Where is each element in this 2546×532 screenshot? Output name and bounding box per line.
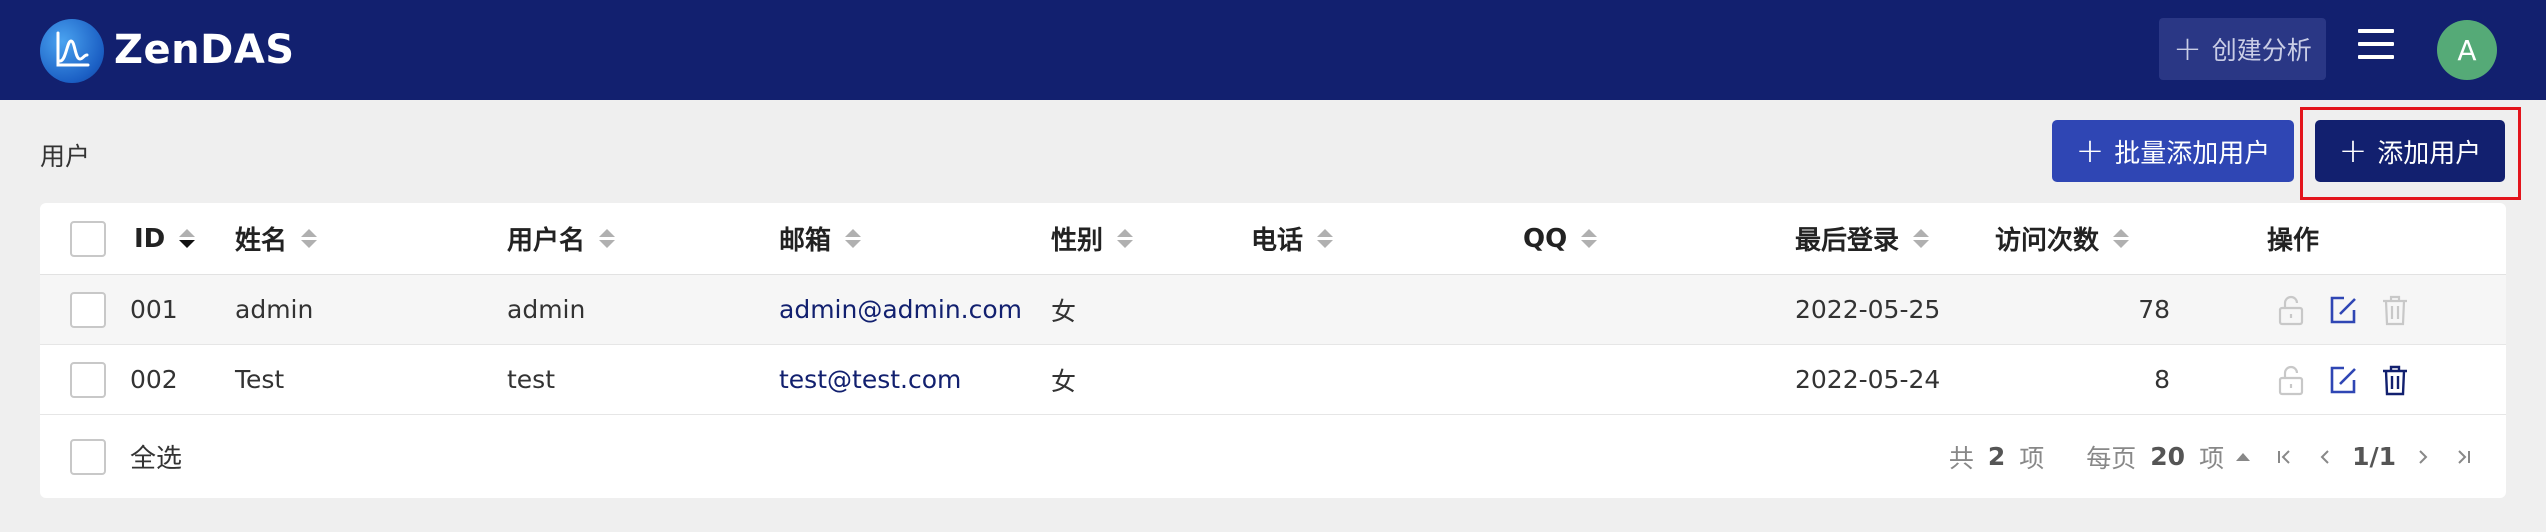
row-actions bbox=[2274, 275, 2412, 344]
column-header-label: 姓名 bbox=[235, 226, 288, 256]
cell-username: test bbox=[507, 365, 556, 394]
lock-icon[interactable] bbox=[2274, 293, 2308, 327]
plus-icon: + bbox=[2173, 29, 2202, 69]
next-page-icon[interactable] bbox=[2410, 444, 2436, 470]
row-checkbox[interactable] bbox=[70, 361, 106, 398]
edit-icon[interactable] bbox=[2326, 293, 2360, 327]
hamburger-menu-icon[interactable] bbox=[2358, 29, 2394, 65]
column-header-username[interactable]: 用户名 bbox=[507, 203, 616, 274]
select-all-label[interactable]: 全选 bbox=[130, 415, 182, 498]
users-table: ID 姓名 用户名 邮箱 性别 电话 QQ 最后登录 访问次数 操作 001 a… bbox=[40, 203, 2506, 498]
create-analysis-label: 创建分析 bbox=[2211, 36, 2312, 65]
sort-icon[interactable] bbox=[845, 229, 862, 248]
cell-email[interactable]: test@test.com bbox=[779, 345, 961, 414]
trash-icon[interactable] bbox=[2378, 293, 2412, 327]
column-header-label: 性别 bbox=[1051, 226, 1104, 256]
per-page-prefix[interactable]: 每页 bbox=[2086, 439, 2136, 475]
page-title: 用户 bbox=[40, 142, 91, 171]
edit-icon[interactable] bbox=[2326, 363, 2360, 397]
page-indicator: 1/1 bbox=[2352, 442, 2396, 471]
total-count: 2 bbox=[1987, 442, 2006, 471]
sort-icon[interactable] bbox=[2113, 229, 2130, 248]
sort-icon[interactable] bbox=[1117, 229, 1134, 248]
column-header-label: 最后登录 bbox=[1795, 226, 1900, 256]
sort-icon[interactable] bbox=[1913, 229, 1930, 248]
bulk-add-users-button[interactable]: + 批量添加用户 bbox=[2052, 120, 2294, 182]
column-header-label: 邮箱 bbox=[779, 226, 832, 256]
cell-id: 002 bbox=[130, 365, 178, 394]
prev-page-icon[interactable] bbox=[2312, 444, 2338, 470]
app-name[interactable]: ZenDAS bbox=[114, 22, 295, 78]
column-header-visits[interactable]: 访问次数 bbox=[1995, 203, 2130, 274]
column-header-name[interactable]: 姓名 bbox=[235, 203, 318, 274]
cell-visits: 8 bbox=[2154, 365, 2170, 394]
table-row[interactable]: 001 admin admin admin@admin.com 女 2022-0… bbox=[40, 275, 2506, 345]
total-suffix: 项 bbox=[2019, 443, 2045, 473]
select-all-checkbox[interactable] bbox=[70, 438, 106, 475]
column-header-qq[interactable]: QQ bbox=[1523, 203, 1598, 274]
sort-icon[interactable] bbox=[301, 229, 318, 248]
total-prefix: 共 bbox=[1948, 443, 1974, 473]
trash-icon[interactable] bbox=[2378, 363, 2412, 397]
create-analysis-button[interactable]: + 创建分析 bbox=[2159, 18, 2326, 80]
add-user-button[interactable]: + 添加用户 bbox=[2315, 120, 2505, 182]
column-header-label: ID bbox=[134, 223, 166, 254]
table-footer: 全选 共 2 项 每页 20 项 1/1 bbox=[40, 415, 2506, 498]
column-header-gender[interactable]: 性别 bbox=[1051, 203, 1134, 274]
per-page-suffix[interactable]: 项 bbox=[2199, 439, 2224, 475]
column-header-last-login[interactable]: 最后登录 bbox=[1795, 203, 1930, 274]
column-header-label: 操作 bbox=[2267, 226, 2320, 256]
column-header-label: 用户名 bbox=[507, 226, 586, 256]
row-checkbox[interactable] bbox=[70, 291, 106, 328]
sort-icon[interactable] bbox=[179, 229, 196, 248]
cell-gender: 女 bbox=[1051, 366, 1077, 396]
column-header-label: QQ bbox=[1523, 223, 1568, 254]
top-navigation-bar: ZenDAS + 创建分析 A bbox=[0, 0, 2546, 100]
cell-name: Test bbox=[235, 365, 285, 394]
cell-gender: 女 bbox=[1051, 296, 1077, 326]
pagination: 共 2 项 每页 20 项 1/1 bbox=[1949, 415, 2476, 498]
cell-username: admin bbox=[507, 295, 586, 324]
cell-visits: 78 bbox=[2138, 295, 2170, 324]
page-size-caret-icon[interactable] bbox=[2236, 452, 2251, 461]
plus-icon: + bbox=[2075, 131, 2105, 171]
column-header-actions: 操作 bbox=[2267, 203, 2319, 274]
cell-id: 001 bbox=[130, 295, 178, 324]
header-checkbox[interactable] bbox=[70, 220, 106, 257]
first-page-icon[interactable] bbox=[2272, 444, 2298, 470]
column-header-label: 电话 bbox=[1251, 226, 1304, 256]
user-avatar[interactable]: A bbox=[2437, 20, 2497, 80]
sort-icon[interactable] bbox=[599, 229, 616, 248]
table-row[interactable]: 002 Test test test@test.com 女 2022-05-24… bbox=[40, 345, 2506, 415]
last-page-icon[interactable] bbox=[2450, 444, 2476, 470]
lock-icon[interactable] bbox=[2274, 363, 2308, 397]
column-header-email[interactable]: 邮箱 bbox=[779, 203, 862, 274]
cell-last-login: 2022-05-24 bbox=[1795, 365, 1941, 394]
column-header-label: 访问次数 bbox=[1995, 226, 2100, 256]
per-page-count[interactable]: 20 bbox=[2150, 442, 2185, 471]
column-header-phone[interactable]: 电话 bbox=[1251, 203, 1334, 274]
sort-icon[interactable] bbox=[1581, 229, 1598, 248]
bulk-add-users-label: 批量添加用户 bbox=[2114, 138, 2271, 169]
column-header-id[interactable]: ID bbox=[134, 203, 196, 274]
cell-last-login: 2022-05-25 bbox=[1795, 295, 1941, 324]
cell-name: admin bbox=[235, 295, 314, 324]
plus-icon: + bbox=[2338, 131, 2368, 171]
row-actions bbox=[2274, 345, 2412, 414]
sort-icon[interactable] bbox=[1317, 229, 1334, 248]
table-header: ID 姓名 用户名 邮箱 性别 电话 QQ 最后登录 访问次数 操作 bbox=[40, 203, 2506, 275]
add-user-label: 添加用户 bbox=[2377, 138, 2482, 169]
cell-email[interactable]: admin@admin.com bbox=[779, 275, 1022, 344]
zendas-logo-icon[interactable] bbox=[40, 19, 104, 83]
